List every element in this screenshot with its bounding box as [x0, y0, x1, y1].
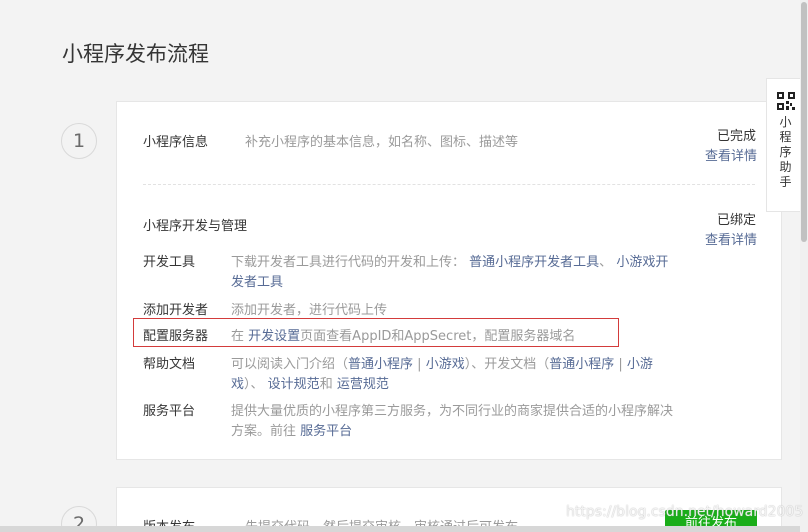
developer-desc: 添加开发者，进行代码上传	[231, 303, 388, 318]
docs-line1-mid: ）、开发文档（	[464, 357, 550, 372]
dev-detail-link[interactable]: 查看详情	[705, 229, 757, 248]
dev-settings-link[interactable]: 开发设置	[248, 329, 300, 344]
info-label: 小程序信息	[143, 135, 209, 150]
assistant-sidebar[interactable]: 小程序助手	[766, 78, 804, 212]
intro-mp-link[interactable]: 普通小程序	[348, 357, 413, 372]
tools-desc: 下载开发者工具进行代码的开发和上传：	[231, 255, 466, 270]
docs-and: 和	[319, 377, 333, 392]
tools-label: 开发工具	[143, 255, 196, 270]
server-desc-post: 页面查看AppID和AppSecret，配置服务器域名	[300, 329, 576, 344]
vertical-scrollbar-thumb[interactable]	[801, 2, 807, 242]
docs-mp-link[interactable]: 普通小程序	[549, 357, 614, 372]
tools-sep: 、	[599, 255, 613, 270]
docs-bar-1: |	[417, 357, 422, 372]
section-divider	[143, 184, 755, 185]
step-number-1: 1	[61, 123, 97, 159]
ops-guide-link[interactable]: 运营规范	[337, 377, 389, 392]
service-platform-link[interactable]: 服务平台	[300, 424, 352, 439]
docs-line1: 可以阅读入门介绍（普通小程序 | 小游戏）、开发文档（普通小程序 | 小游	[231, 353, 653, 372]
dev-heading: 小程序开发与管理	[143, 219, 248, 234]
server-desc-pre: 在	[231, 329, 245, 344]
service-desc-line1: 提供大量优质的小程序第三方服务，为不同行业的商家提供合适的小程序解决	[231, 404, 674, 419]
mp-devtools-link[interactable]: 普通小程序开发者工具	[469, 255, 599, 270]
service-desc-pre: 方案。前往	[231, 424, 297, 439]
page-title: 小程序发布流程	[62, 42, 209, 66]
horizontal-scrollbar[interactable]	[0, 526, 800, 532]
server-label: 配置服务器	[143, 329, 209, 344]
watermark-text: https://blog.csdn.net/howard2005	[566, 504, 804, 520]
docs-line2-mid: ）、	[244, 377, 264, 392]
assistant-label: 小程序助手	[779, 115, 792, 189]
docs-line2: 戏）、 设计规范和 运营规范	[231, 373, 389, 392]
intro-game-link[interactable]: 小游戏	[426, 357, 465, 372]
server-desc: 在 开发设置页面查看AppID和AppSecret，配置服务器域名	[231, 325, 575, 344]
game-devtools-link[interactable]: 小游戏开	[616, 255, 668, 270]
tools-desc-line1: 下载开发者工具进行代码的开发和上传： 普通小程序开发者工具、 小游戏开	[231, 251, 668, 270]
info-detail-link[interactable]: 查看详情	[705, 145, 757, 164]
service-desc-line2: 方案。前往 服务平台	[231, 420, 352, 439]
docs-game-link[interactable]: 小游	[627, 357, 653, 372]
qr-code-icon	[776, 92, 795, 110]
docs-label: 帮助文档	[143, 357, 196, 372]
info-desc: 补充小程序的基本信息，如名称、图标、描述等	[245, 135, 519, 150]
docs-bar-2: |	[618, 357, 623, 372]
developer-label: 添加开发者	[143, 303, 209, 318]
docs-game-link-cont[interactable]: 戏	[231, 377, 244, 392]
design-guide-link[interactable]: 设计规范	[268, 377, 320, 392]
game-devtools-link-cont[interactable]: 发者工具	[231, 271, 283, 290]
info-status: 已完成	[717, 129, 757, 144]
dev-status: 已绑定	[717, 213, 757, 228]
service-label: 服务平台	[143, 404, 196, 419]
docs-line1-pre: 可以阅读入门介绍（	[231, 357, 349, 372]
